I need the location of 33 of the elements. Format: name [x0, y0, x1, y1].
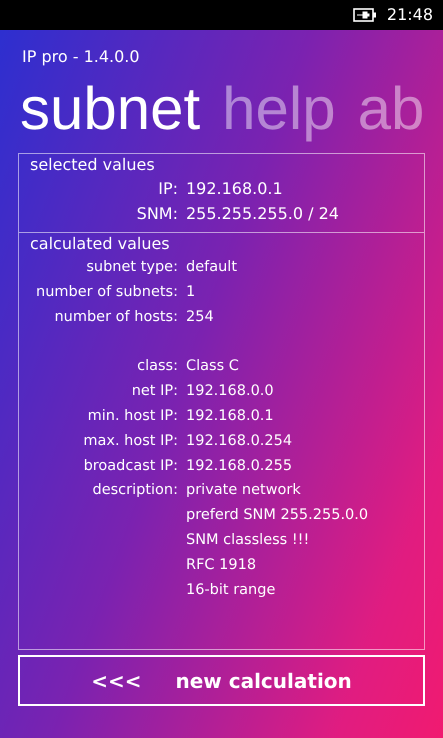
field-label: IP: — [158, 179, 178, 198]
field-label: number of hosts: — [54, 308, 178, 325]
field-value: Class C — [186, 357, 239, 376]
field-label: number of subnets: — [36, 284, 178, 300]
section-heading: selected values — [29, 154, 156, 176]
battery-charging-icon — [352, 8, 377, 22]
field-value: 16-bit range — [186, 580, 276, 600]
field-value: preferd SNM 255.255.0.0 — [186, 506, 368, 526]
field-value: 192.168.0.1 — [186, 406, 274, 426]
field-value: RFC 1918 — [186, 556, 256, 575]
field-label: class: — [137, 358, 178, 374]
app-title: IP pro - 1.4.0.0 — [22, 47, 141, 67]
new-calculation-button[interactable]: <<< new calculation — [18, 655, 425, 706]
field-label: broadcast IP: — [84, 458, 178, 474]
pivot-tab[interactable]: subnet — [20, 73, 200, 145]
field-value: 192.168.0.254 — [186, 432, 292, 451]
field-value: default — [186, 258, 238, 277]
field-value: 1 — [186, 282, 196, 302]
section-heading: calculated values — [29, 233, 171, 255]
field-label: min. host IP: — [88, 408, 178, 424]
field-label: SNM: — [136, 204, 178, 223]
field-value: 192.168.0.1 — [186, 178, 283, 200]
field-value: 255.255.255.0 / 24 — [186, 203, 339, 225]
field-value: 254 — [186, 308, 214, 327]
field-label: subnet type: — [86, 259, 178, 275]
field-label: net IP: — [132, 383, 178, 400]
clock-time: 21:48 — [386, 4, 433, 26]
field-value: SNM classless !!! — [186, 530, 310, 550]
field-value: private network — [186, 481, 301, 500]
field-label: max. host IP: — [83, 432, 178, 449]
field-value: 192.168.0.255 — [186, 456, 292, 476]
field-value: 192.168.0.0 — [186, 382, 274, 402]
field-label: description: — [92, 482, 178, 498]
